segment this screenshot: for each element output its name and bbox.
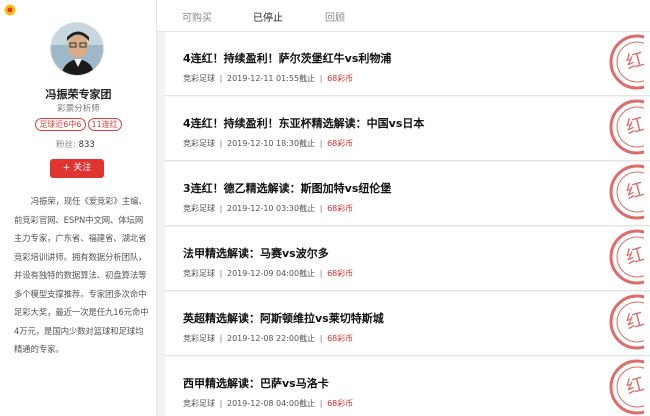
item-meta: 竞彩足球 | 2019-12-08 22:00截止 | 68彩币 [183, 334, 354, 343]
fans-label: 粉丝: [56, 140, 76, 150]
item-price: 68彩币 [327, 74, 354, 83]
list-item[interactable]: 法甲精选解读：马赛vs波尔多 竞彩足球 | 2019-12-09 04:00截止 | 6… [165, 227, 650, 291]
red-hit-stamp-icon: 红 [609, 34, 644, 90]
status-tabs: 可购买 已停止 回顾 [157, 0, 650, 32]
recommendation-list: 4连红！持续盈利！萨尔茨堡红牛vs利物浦 竞彩足球 | 2019-12-11 01:… [165, 32, 650, 416]
item-meta: 竞彩足球 | 2019-12-11 01:55截止 | 68彩币 [183, 74, 354, 83]
item-category: 竞彩足球 [183, 204, 215, 213]
item-category: 竞彩足球 [183, 74, 215, 83]
expert-name: 冯振荣专家团 [45, 88, 112, 101]
tag-recent-record: 足球近6中6 [35, 118, 86, 131]
stamp-text: 红 [624, 179, 644, 204]
red-hit-stamp-icon: 红 [609, 294, 644, 350]
item-price: 68彩币 [327, 334, 354, 343]
item-meta: 竞彩足球 | 2019-12-09 04:00截止 | 68彩币 [183, 269, 354, 278]
item-meta: 竞彩足球 | 2019-12-10 18:30截止 | 68彩币 [183, 139, 354, 148]
list-item[interactable]: 西甲精选解读：巴萨vs马洛卡 竞彩足球 | 2019-12-08 04:00截止 | 6… [165, 357, 650, 416]
list-item[interactable]: 3连红！德乙精选解读：斯图加特vs纽伦堡 竞彩足球 | 2019-12-10 03:… [165, 162, 650, 226]
stamp-text: 红 [624, 244, 644, 269]
stamp-text: 红 [624, 309, 644, 334]
red-hit-stamp-icon: 红 [609, 164, 644, 220]
item-price: 68彩币 [327, 269, 354, 278]
stamp-text: 红 [624, 374, 644, 399]
item-title[interactable]: 英超精选解读：阿斯顿维拉vs莱切特斯城 [183, 310, 384, 326]
fans-count-row: 粉丝: 833 [56, 138, 95, 150]
expert-tags: 足球近6中6 11连红 [0, 118, 157, 131]
sunflower-logo-icon [4, 4, 16, 16]
avatar[interactable] [50, 22, 104, 76]
follow-button[interactable]: + 关注 [50, 159, 104, 178]
red-hit-stamp-icon: 红 [609, 99, 644, 155]
item-deadline: 2019-12-09 04:00截止 [227, 269, 316, 278]
item-meta: 竞彩足球 | 2019-12-08 04:00截止 | 68彩币 [183, 399, 354, 408]
stamp-text: 红 [624, 114, 644, 139]
item-title[interactable]: 4连红！持续盈利！萨尔茨堡红牛vs利物浦 [183, 50, 391, 66]
avatar-photo [51, 23, 103, 75]
item-deadline: 2019-12-11 01:55截止 [227, 74, 316, 83]
expert-role: 彩票分析师 [57, 104, 100, 114]
item-category: 竞彩足球 [183, 399, 215, 408]
item-price: 68彩币 [327, 204, 354, 213]
list-item[interactable]: 4连红！持续盈利！萨尔茨堡红牛vs利物浦 竞彩足球 | 2019-12-11 01:… [165, 32, 650, 96]
item-title[interactable]: 4连红！持续盈利！东亚杯精选解读：中国vs日本 [183, 115, 424, 131]
fans-count: 833 [78, 140, 95, 150]
stamp-text: 红 [624, 49, 644, 74]
item-deadline: 2019-12-10 03:30截止 [227, 204, 316, 213]
list-item[interactable]: 4连红！持续盈利！东亚杯精选解读：中国vs日本 竞彩足球 | 2019-12-10 … [165, 97, 650, 161]
item-deadline: 2019-12-08 04:00截止 [227, 399, 316, 408]
red-hit-stamp-icon: 红 [609, 359, 644, 415]
tab-available[interactable]: 可购买 [182, 9, 212, 24]
expert-profile-panel: 冯振荣专家团 彩票分析师 足球近6中6 11连红 粉丝: 833 + 关注 冯振… [0, 0, 157, 416]
item-deadline: 2019-12-08 22:00截止 [227, 334, 316, 343]
item-price: 68彩币 [327, 399, 354, 408]
item-deadline: 2019-12-10 18:30截止 [227, 139, 316, 148]
red-hit-stamp-icon: 红 [609, 229, 644, 285]
tab-stopped[interactable]: 已停止 [253, 9, 283, 24]
item-meta: 竞彩足球 | 2019-12-10 03:30截止 | 68彩币 [183, 204, 354, 213]
item-title[interactable]: 3连红！德乙精选解读：斯图加特vs纽伦堡 [183, 180, 391, 196]
item-category: 竞彩足球 [183, 269, 215, 278]
item-category: 竞彩足球 [183, 139, 215, 148]
page: 冯振荣专家团 彩票分析师 足球近6中6 11连红 粉丝: 833 + 关注 冯振… [0, 0, 650, 416]
item-title[interactable]: 西甲精选解读：巴萨vs马洛卡 [183, 375, 329, 391]
item-title[interactable]: 法甲精选解读：马赛vs波尔多 [183, 245, 329, 261]
expert-bio: 冯振荣，现任《爱竞彩》主编、前竞彩官网、ESPN中文网、体坛网主力专家，广东省、… [14, 196, 149, 354]
item-category: 竞彩足球 [183, 334, 215, 343]
tab-review[interactable]: 回顾 [325, 9, 345, 24]
tag-win-streak: 11连红 [87, 118, 122, 131]
list-item[interactable]: 英超精选解读：阿斯顿维拉vs莱切特斯城 竞彩足球 | 2019-12-08 22:0… [165, 292, 650, 356]
item-price: 68彩币 [327, 139, 354, 148]
